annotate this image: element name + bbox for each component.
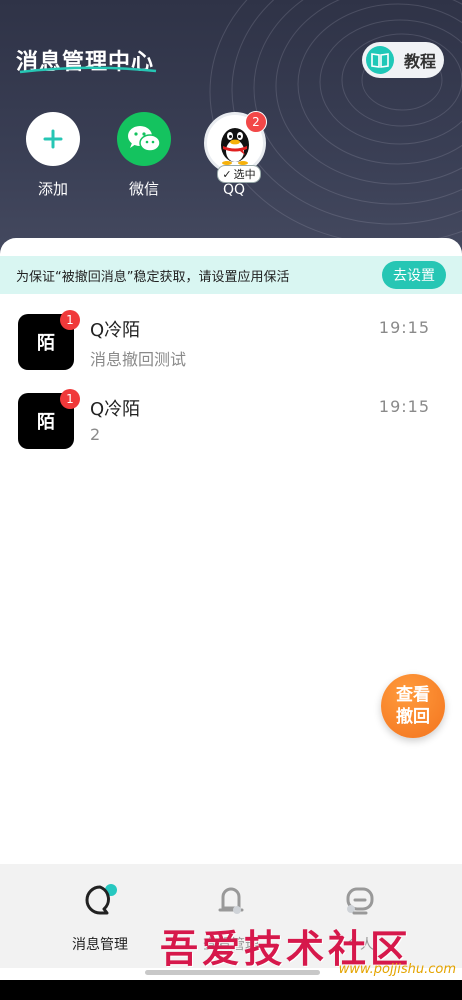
title-swoosh [19,66,157,74]
nav-label-view-manage: 查看管理 [203,937,259,953]
tutorial-label: 教程 [404,52,437,71]
view-recalled-button[interactable]: 查看 撤回 [381,674,445,738]
chat-bubble-icon [85,884,117,915]
notice-text: 为保证“被撤回消息”稳定获取，请设置应用保活 [16,269,290,285]
home-indicator[interactable] [145,970,320,975]
fab-line2: 撤回 [396,707,430,727]
check-icon: ✓ [222,167,232,181]
sender-name: Q冷陌 [90,399,141,420]
qq-selected-label: 选中 [233,168,256,181]
sender-name: Q冷陌 [90,320,141,341]
qq-label: QQ [222,182,246,198]
add-app-button[interactable]: 添加 [23,112,83,199]
keepalive-notice: 为保证“被撤回消息”稳定获取，请设置应用保活 去设置 [0,256,462,294]
qq-unread-badge: 2 [245,111,267,133]
message-preview: 2 [90,425,101,444]
list-item[interactable]: 陌 1 Q冷陌 消息撤回测试 19:15 [0,310,462,386]
header: 消息管理中心 教程 添加 微信 2 ✓ 选中 QQ [0,0,462,262]
unread-badge: 1 [60,310,80,330]
message-time: 19:15 [378,318,430,337]
book-icon [366,46,394,74]
nav-item-message-manage[interactable]: 消息管理 [40,880,160,954]
add-label: 添加 [37,180,68,198]
wechat-app-button[interactable]: 微信 [114,112,174,199]
nav-item-view-manage[interactable]: 查看管理 [171,880,291,954]
message-time: 19:15 [378,397,430,416]
qq-selected-tag: ✓ 选中 [217,165,261,183]
bottom-nav: 消息管理 查看管理 个人 [0,864,462,968]
wechat-label: 微信 [128,180,159,198]
list-item[interactable]: 陌 1 Q冷陌 2 19:15 [0,389,462,465]
robot-face-icon [346,887,374,915]
tutorial-button[interactable]: 教程 [362,42,444,78]
app-screen: 消息管理中心 教程 添加 微信 2 ✓ 选中 QQ 为保证“被撤回消息”稳定获取… [0,0,462,1000]
fab-line1: 查看 [396,685,430,705]
system-bottom-bar [0,980,462,1000]
qq-penguin-icon: 2 ✓ 选中 [204,111,267,183]
bell-icon [218,887,244,914]
wechat-icon [117,112,171,166]
qq-app-button[interactable]: 2 ✓ 选中 QQ [204,111,267,198]
unread-badge: 1 [60,389,80,409]
message-preview: 消息撤回测试 [90,350,187,369]
nav-item-profile[interactable]: 个人 [300,880,420,954]
nav-label-message-manage: 消息管理 [72,937,128,953]
go-settings-button[interactable]: 去设置 [382,261,446,289]
message-panel: 为保证“被撤回消息”稳定获取，请设置应用保活 去设置 陌 1 Q冷陌 消息撤回测… [0,238,462,878]
nav-label-profile: 个人 [346,937,374,953]
plus-icon [26,112,80,166]
